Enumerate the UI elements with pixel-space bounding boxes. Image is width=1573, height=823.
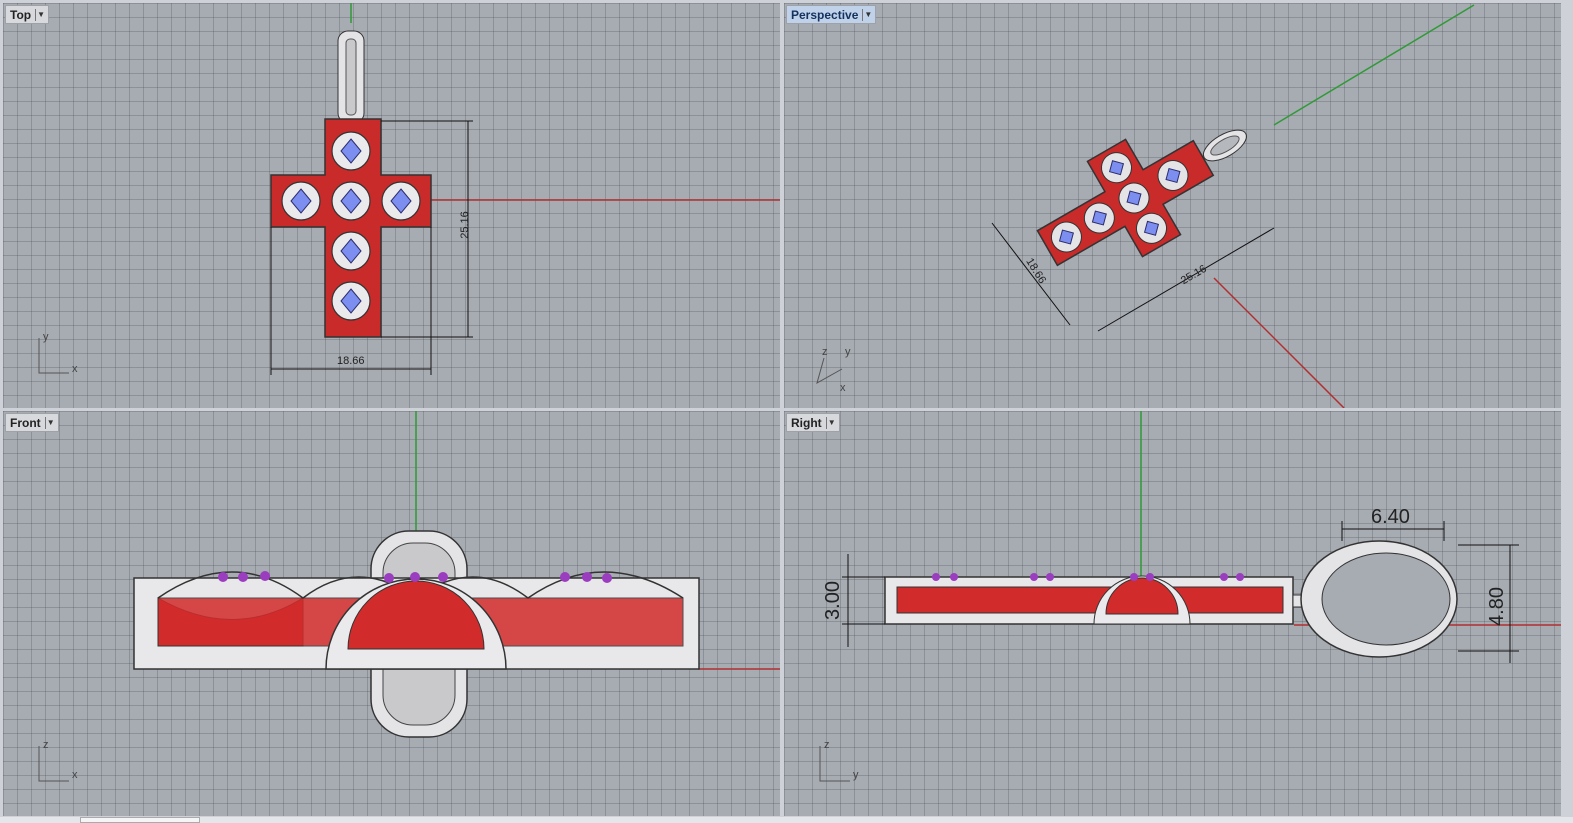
chevron-down-icon[interactable]: ▼: [862, 8, 873, 21]
viewport-right[interactable]: Right ▼ 3.00 6.40 4.80 z y: [784, 411, 1561, 816]
axis-gizmo: [38, 338, 69, 374]
chevron-down-icon[interactable]: ▼: [35, 8, 46, 21]
viewport-title-right[interactable]: Right ▼: [786, 413, 840, 432]
perspective-scene: [816, 4, 1475, 408]
axis-label-y: y: [43, 331, 49, 343]
viewport-title-label: Right: [791, 415, 822, 430]
axis-label-z: z: [824, 739, 830, 751]
viewport-title-label: Front: [10, 415, 41, 430]
cross-perspective: [1036, 129, 1247, 267]
axis-label-y: y: [845, 346, 851, 358]
top-scene: [38, 3, 780, 375]
dimension-label-bail-width: 6.40: [1371, 506, 1410, 528]
axis-label-x: x: [72, 363, 78, 375]
axis-gizmo: [38, 746, 69, 782]
viewport-title-top[interactable]: Top ▼: [5, 5, 50, 24]
axis-label-z: z: [43, 739, 49, 751]
viewport-title-perspective[interactable]: Perspective ▼: [786, 5, 877, 24]
chevron-down-icon[interactable]: ▼: [825, 416, 837, 429]
y-axis-line: [1273, 4, 1475, 126]
viewport-title-label: Top: [10, 7, 32, 22]
chevron-down-icon[interactable]: ▼: [44, 416, 56, 429]
viewport-front[interactable]: Front ▼ z x: [3, 411, 780, 816]
dimension-label-bail-height: 4.80: [1485, 587, 1508, 626]
front-scene: [38, 411, 780, 782]
viewport-tab-strip: [0, 817, 1573, 823]
viewport-perspective[interactable]: Perspective ▼ 18.66 25.16 z y x: [784, 3, 1561, 408]
axis-gizmo: [819, 746, 850, 782]
dimension-label-height: 25.16: [458, 211, 471, 239]
viewport-title-front[interactable]: Front ▼: [5, 413, 59, 432]
right-scene: [819, 411, 1561, 782]
axis-label-z: z: [822, 346, 828, 358]
axis-label-x: x: [72, 769, 78, 781]
viewport-top[interactable]: Top ▼ 25.16 18.66 y x: [3, 3, 780, 408]
x-axis-line: [1213, 277, 1345, 408]
viewport-title-label: Perspective: [791, 7, 859, 22]
axis-gizmo: [816, 357, 843, 385]
axis-label-x: x: [840, 382, 846, 394]
axis-label-y: y: [853, 769, 859, 781]
viewport-tab[interactable]: [80, 817, 200, 823]
dimension-label-thickness: 3.00: [821, 581, 844, 620]
dimension-label-width: 18.66: [337, 355, 365, 367]
